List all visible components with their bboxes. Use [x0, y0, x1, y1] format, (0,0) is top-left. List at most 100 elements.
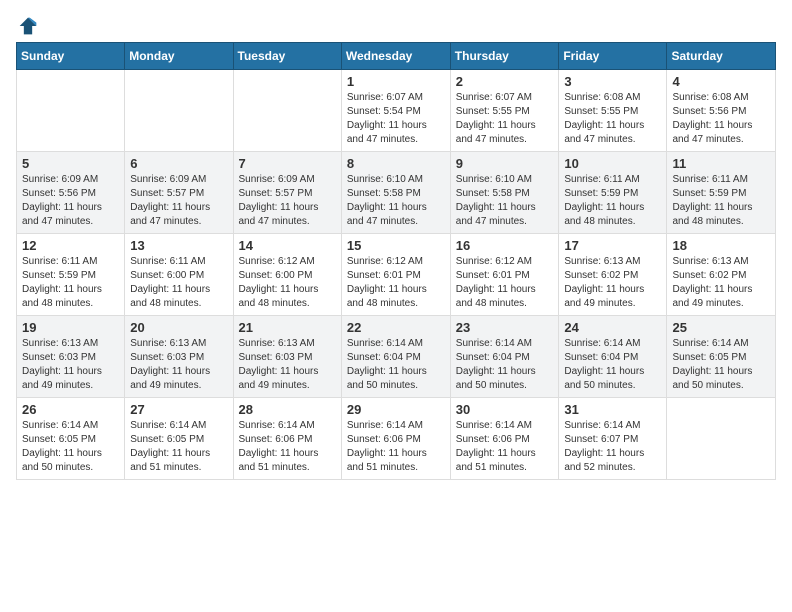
calendar-cell: 22 Sunrise: 6:14 AM Sunset: 6:04 PM Dayli… [341, 316, 450, 398]
calendar-cell: 20 Sunrise: 6:13 AM Sunset: 6:03 PM Dayli… [125, 316, 233, 398]
day-number: 20 [130, 320, 227, 335]
calendar-cell: 23 Sunrise: 6:14 AM Sunset: 6:04 PM Dayli… [450, 316, 559, 398]
calendar-cell: 12Sunrise: 6:11 AM Sunset: 5:59 PM Dayli… [17, 234, 125, 316]
day-number: 4 [672, 74, 770, 89]
day-number: 16 [456, 238, 554, 253]
day-info: Sunrise: 6:14 AM Sunset: 6:06 PM Dayligh… [239, 419, 336, 475]
day-info: Sunrise: 6:08 AM Sunset: 5:55 PM Dayligh… [564, 91, 661, 147]
day-number: 28 [239, 402, 336, 417]
calendar-cell [233, 70, 341, 152]
day-number: 10 [564, 156, 661, 171]
day-info: Sunrise: 6:11 AM Sunset: 5:59 PM Dayligh… [564, 173, 661, 229]
day-info: Sunrise: 6:13 AM Sunset: 6:02 PM Dayligh… [672, 255, 770, 311]
day-info: Sunrise: 6:07 AM Sunset: 5:55 PM Dayligh… [456, 91, 554, 147]
day-number: 23 [456, 320, 554, 335]
day-number: 18 [672, 238, 770, 253]
day-number: 13 [130, 238, 227, 253]
day-info: Sunrise: 6:11 AM Sunset: 5:59 PM Dayligh… [672, 173, 770, 229]
calendar-cell: 31 Sunrise: 6:14 AM Sunset: 6:07 PM Dayli… [559, 398, 667, 480]
day-info: Sunrise: 6:09 AM Sunset: 5:57 PM Dayligh… [239, 173, 336, 229]
day-info: Sunrise: 6:14 AM Sunset: 6:04 PM Dayligh… [456, 337, 554, 393]
day-number: 7 [239, 156, 336, 171]
calendar-cell: 2 Sunrise: 6:07 AM Sunset: 5:55 PM Daylig… [450, 70, 559, 152]
day-info: Sunrise: 6:07 AM Sunset: 5:54 PM Dayligh… [347, 91, 445, 147]
calendar-cell: 24Sunrise: 6:14 AM Sunset: 6:04 PM Dayli… [559, 316, 667, 398]
logo [16, 16, 38, 36]
calendar-cell: 18 Sunrise: 6:13 AM Sunset: 6:02 PM Dayli… [667, 234, 776, 316]
day-number: 1 [347, 74, 445, 89]
day-number: 17 [564, 238, 661, 253]
day-number: 25 [672, 320, 770, 335]
day-number: 5 [22, 156, 119, 171]
day-header-friday: Friday [559, 43, 667, 70]
calendar-week-row: 5 Sunrise: 6:09 AM Sunset: 5:56 PM Daylig… [17, 152, 776, 234]
day-info: Sunrise: 6:14 AM Sunset: 6:04 PM Dayligh… [347, 337, 445, 393]
day-number: 22 [347, 320, 445, 335]
day-info: Sunrise: 6:12 AM Sunset: 6:01 PM Dayligh… [456, 255, 554, 311]
day-number: 8 [347, 156, 445, 171]
calendar-cell: 17Sunrise: 6:13 AM Sunset: 6:02 PM Dayli… [559, 234, 667, 316]
day-number: 15 [347, 238, 445, 253]
calendar-week-row: 26 Sunrise: 6:14 AM Sunset: 6:05 PM Dayli… [17, 398, 776, 480]
calendar-cell: 29 Sunrise: 6:14 AM Sunset: 6:06 PM Dayli… [341, 398, 450, 480]
day-number: 29 [347, 402, 445, 417]
day-info: Sunrise: 6:13 AM Sunset: 6:03 PM Dayligh… [239, 337, 336, 393]
calendar-cell: 8 Sunrise: 6:10 AM Sunset: 5:58 PM Daylig… [341, 152, 450, 234]
day-header-saturday: Saturday [667, 43, 776, 70]
day-number: 27 [130, 402, 227, 417]
day-info: Sunrise: 6:09 AM Sunset: 5:57 PM Dayligh… [130, 173, 227, 229]
calendar-table: SundayMondayTuesdayWednesdayThursdayFrid… [16, 42, 776, 480]
calendar-week-row: 12Sunrise: 6:11 AM Sunset: 5:59 PM Dayli… [17, 234, 776, 316]
logo-icon [18, 16, 38, 36]
day-info: Sunrise: 6:14 AM Sunset: 6:06 PM Dayligh… [456, 419, 554, 475]
page-header [16, 16, 776, 36]
day-number: 30 [456, 402, 554, 417]
calendar-week-row: 19 Sunrise: 6:13 AM Sunset: 6:03 PM Dayli… [17, 316, 776, 398]
calendar-cell: 28 Sunrise: 6:14 AM Sunset: 6:06 PM Dayli… [233, 398, 341, 480]
calendar-cell: 1 Sunrise: 6:07 AM Sunset: 5:54 PM Daylig… [341, 70, 450, 152]
calendar-cell [17, 70, 125, 152]
day-header-sunday: Sunday [17, 43, 125, 70]
day-number: 14 [239, 238, 336, 253]
day-header-tuesday: Tuesday [233, 43, 341, 70]
calendar-cell: 25Sunrise: 6:14 AM Sunset: 6:05 PM Dayli… [667, 316, 776, 398]
day-number: 19 [22, 320, 119, 335]
day-info: Sunrise: 6:13 AM Sunset: 6:03 PM Dayligh… [22, 337, 119, 393]
day-info: Sunrise: 6:13 AM Sunset: 6:03 PM Dayligh… [130, 337, 227, 393]
calendar-header-row: SundayMondayTuesdayWednesdayThursdayFrid… [17, 43, 776, 70]
day-number: 31 [564, 402, 661, 417]
calendar-cell: 14 Sunrise: 6:12 AM Sunset: 6:00 PM Dayli… [233, 234, 341, 316]
calendar-cell: 7 Sunrise: 6:09 AM Sunset: 5:57 PM Daylig… [233, 152, 341, 234]
day-info: Sunrise: 6:09 AM Sunset: 5:56 PM Dayligh… [22, 173, 119, 229]
calendar-cell: 10 Sunrise: 6:11 AM Sunset: 5:59 PM Dayli… [559, 152, 667, 234]
calendar-cell: 30 Sunrise: 6:14 AM Sunset: 6:06 PM Dayli… [450, 398, 559, 480]
day-header-thursday: Thursday [450, 43, 559, 70]
calendar-cell: 9Sunrise: 6:10 AM Sunset: 5:58 PM Daylig… [450, 152, 559, 234]
calendar-cell [125, 70, 233, 152]
calendar-cell: 13 Sunrise: 6:11 AM Sunset: 6:00 PM Dayli… [125, 234, 233, 316]
day-info: Sunrise: 6:14 AM Sunset: 6:04 PM Dayligh… [564, 337, 661, 393]
day-info: Sunrise: 6:14 AM Sunset: 6:07 PM Dayligh… [564, 419, 661, 475]
day-number: 26 [22, 402, 119, 417]
day-header-wednesday: Wednesday [341, 43, 450, 70]
day-info: Sunrise: 6:14 AM Sunset: 6:06 PM Dayligh… [347, 419, 445, 475]
day-info: Sunrise: 6:14 AM Sunset: 6:05 PM Dayligh… [22, 419, 119, 475]
day-number: 21 [239, 320, 336, 335]
calendar-cell: 19 Sunrise: 6:13 AM Sunset: 6:03 PM Dayli… [17, 316, 125, 398]
day-info: Sunrise: 6:08 AM Sunset: 5:56 PM Dayligh… [672, 91, 770, 147]
day-info: Sunrise: 6:11 AM Sunset: 6:00 PM Dayligh… [130, 255, 227, 311]
day-info: Sunrise: 6:10 AM Sunset: 5:58 PM Dayligh… [347, 173, 445, 229]
calendar-cell: 16 Sunrise: 6:12 AM Sunset: 6:01 PM Dayli… [450, 234, 559, 316]
day-info: Sunrise: 6:11 AM Sunset: 5:59 PM Dayligh… [22, 255, 119, 311]
day-info: Sunrise: 6:12 AM Sunset: 6:01 PM Dayligh… [347, 255, 445, 311]
day-info: Sunrise: 6:12 AM Sunset: 6:00 PM Dayligh… [239, 255, 336, 311]
day-number: 3 [564, 74, 661, 89]
day-number: 2 [456, 74, 554, 89]
calendar-cell: 4 Sunrise: 6:08 AM Sunset: 5:56 PM Daylig… [667, 70, 776, 152]
calendar-cell: 15 Sunrise: 6:12 AM Sunset: 6:01 PM Dayli… [341, 234, 450, 316]
calendar-cell: 3 Sunrise: 6:08 AM Sunset: 5:55 PM Daylig… [559, 70, 667, 152]
day-info: Sunrise: 6:14 AM Sunset: 6:05 PM Dayligh… [130, 419, 227, 475]
calendar-cell: 27 Sunrise: 6:14 AM Sunset: 6:05 PM Dayli… [125, 398, 233, 480]
day-number: 11 [672, 156, 770, 171]
day-number: 9 [456, 156, 554, 171]
